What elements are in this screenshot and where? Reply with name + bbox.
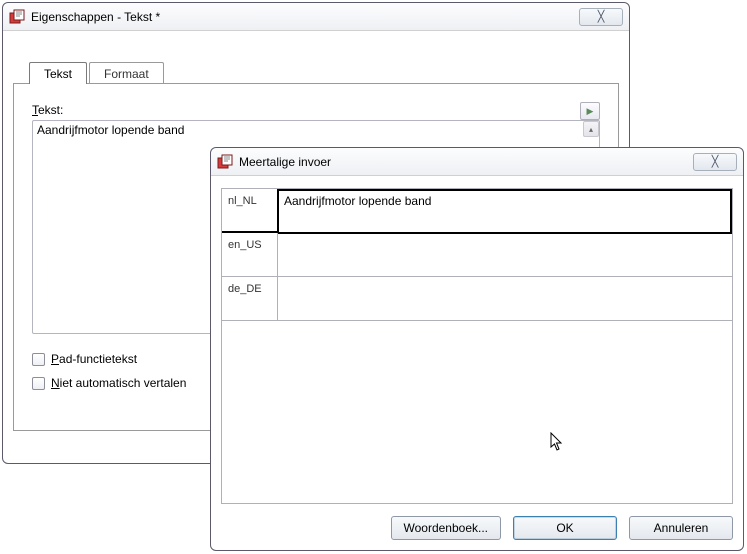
language-grid: nl_NL Aandrijfmotor lopende band en_US d… (222, 189, 732, 321)
play-icon: ▶ (587, 106, 594, 117)
checkbox-label: Pad-functietekst (51, 352, 137, 366)
tekst-label: Tekst: (32, 103, 63, 117)
checkbox-box[interactable] (32, 377, 45, 390)
lang-row-en[interactable]: en_US (222, 233, 732, 277)
multilingual-title: Meertalige invoer (239, 155, 331, 169)
tab-tekst-label: Tekst (44, 67, 72, 81)
lang-value-input[interactable]: Aandrijfmotor lopende band (277, 189, 732, 234)
cancel-button-label: Annuleren (654, 521, 709, 535)
app-icon (9, 9, 25, 25)
ok-button[interactable]: OK (513, 516, 617, 540)
checkbox-box[interactable] (32, 353, 45, 366)
lang-value-input[interactable] (278, 277, 732, 321)
lang-code: en_US (222, 233, 278, 277)
cancel-button[interactable]: Annuleren (629, 516, 733, 540)
ok-button-label: OK (556, 521, 573, 535)
tab-formaat[interactable]: Formaat (89, 62, 164, 84)
checkbox-label: Niet automatisch vertalen (51, 376, 186, 390)
tab-tekst[interactable]: Tekst (29, 62, 87, 84)
multilingual-titlebar[interactable]: Meertalige invoer ╳ (211, 148, 743, 176)
multilingual-button-bar: Woordenboek... OK Annuleren (221, 516, 733, 540)
lang-value-input[interactable] (278, 233, 732, 277)
properties-titlebar[interactable]: Eigenschappen - Tekst * ╳ (3, 3, 629, 31)
properties-close-button[interactable]: ╳ (579, 8, 623, 26)
lang-row-de[interactable]: de_DE (222, 277, 732, 321)
dictionary-button-label: Woordenboek... (404, 521, 489, 535)
properties-title: Eigenschappen - Tekst * (31, 10, 160, 24)
multilingual-window: Meertalige invoer ╳ nl_NL Aandrijfmotor … (210, 147, 744, 551)
dictionary-button[interactable]: Woordenboek... (391, 516, 502, 540)
tab-strip: Tekst Formaat (13, 59, 619, 83)
lang-code: nl_NL (222, 189, 278, 233)
scroll-up-button[interactable]: ▴ (583, 121, 599, 137)
lang-code: de_DE (222, 277, 278, 321)
tab-formaat-label: Formaat (104, 67, 149, 81)
close-icon: ╳ (598, 10, 605, 23)
app-icon (217, 154, 233, 170)
multilingual-close-button[interactable]: ╳ (693, 153, 737, 171)
lang-value-text: Aandrijfmotor lopende band (284, 194, 431, 208)
expand-button[interactable]: ▶ (580, 102, 600, 120)
chevron-up-icon: ▴ (589, 125, 593, 134)
tekst-input-value: Aandrijfmotor lopende band (37, 123, 184, 137)
lang-row-nl[interactable]: nl_NL Aandrijfmotor lopende band (222, 189, 732, 233)
multilingual-body: nl_NL Aandrijfmotor lopende band en_US d… (221, 188, 733, 504)
close-icon: ╳ (712, 155, 719, 168)
